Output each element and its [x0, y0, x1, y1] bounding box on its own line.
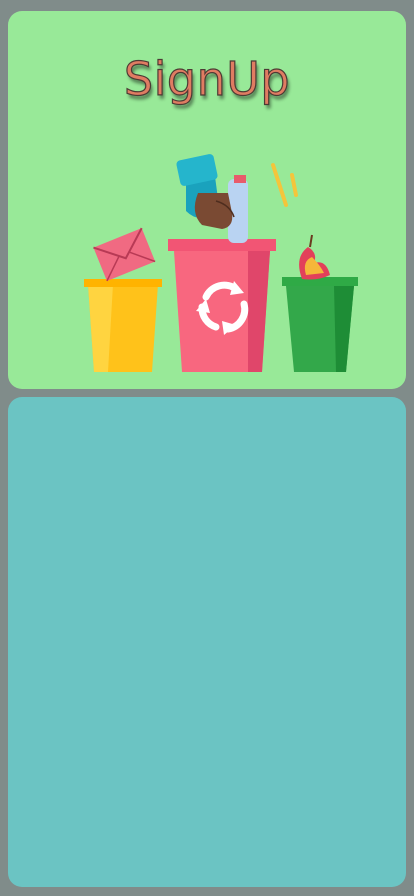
pink-bin-icon [168, 239, 276, 372]
signup-form-card [8, 397, 406, 887]
yellow-bin-icon [84, 279, 162, 372]
green-bin-icon [282, 277, 358, 372]
recycling-bins-icon [84, 154, 358, 372]
apple-core-icon [299, 234, 330, 280]
page-title: SignUp [123, 51, 291, 106]
envelope-icon [93, 227, 156, 282]
hand-icon [176, 154, 235, 229]
motion-lines-icon [271, 163, 298, 207]
signup-header-card: SignUp [8, 11, 406, 389]
